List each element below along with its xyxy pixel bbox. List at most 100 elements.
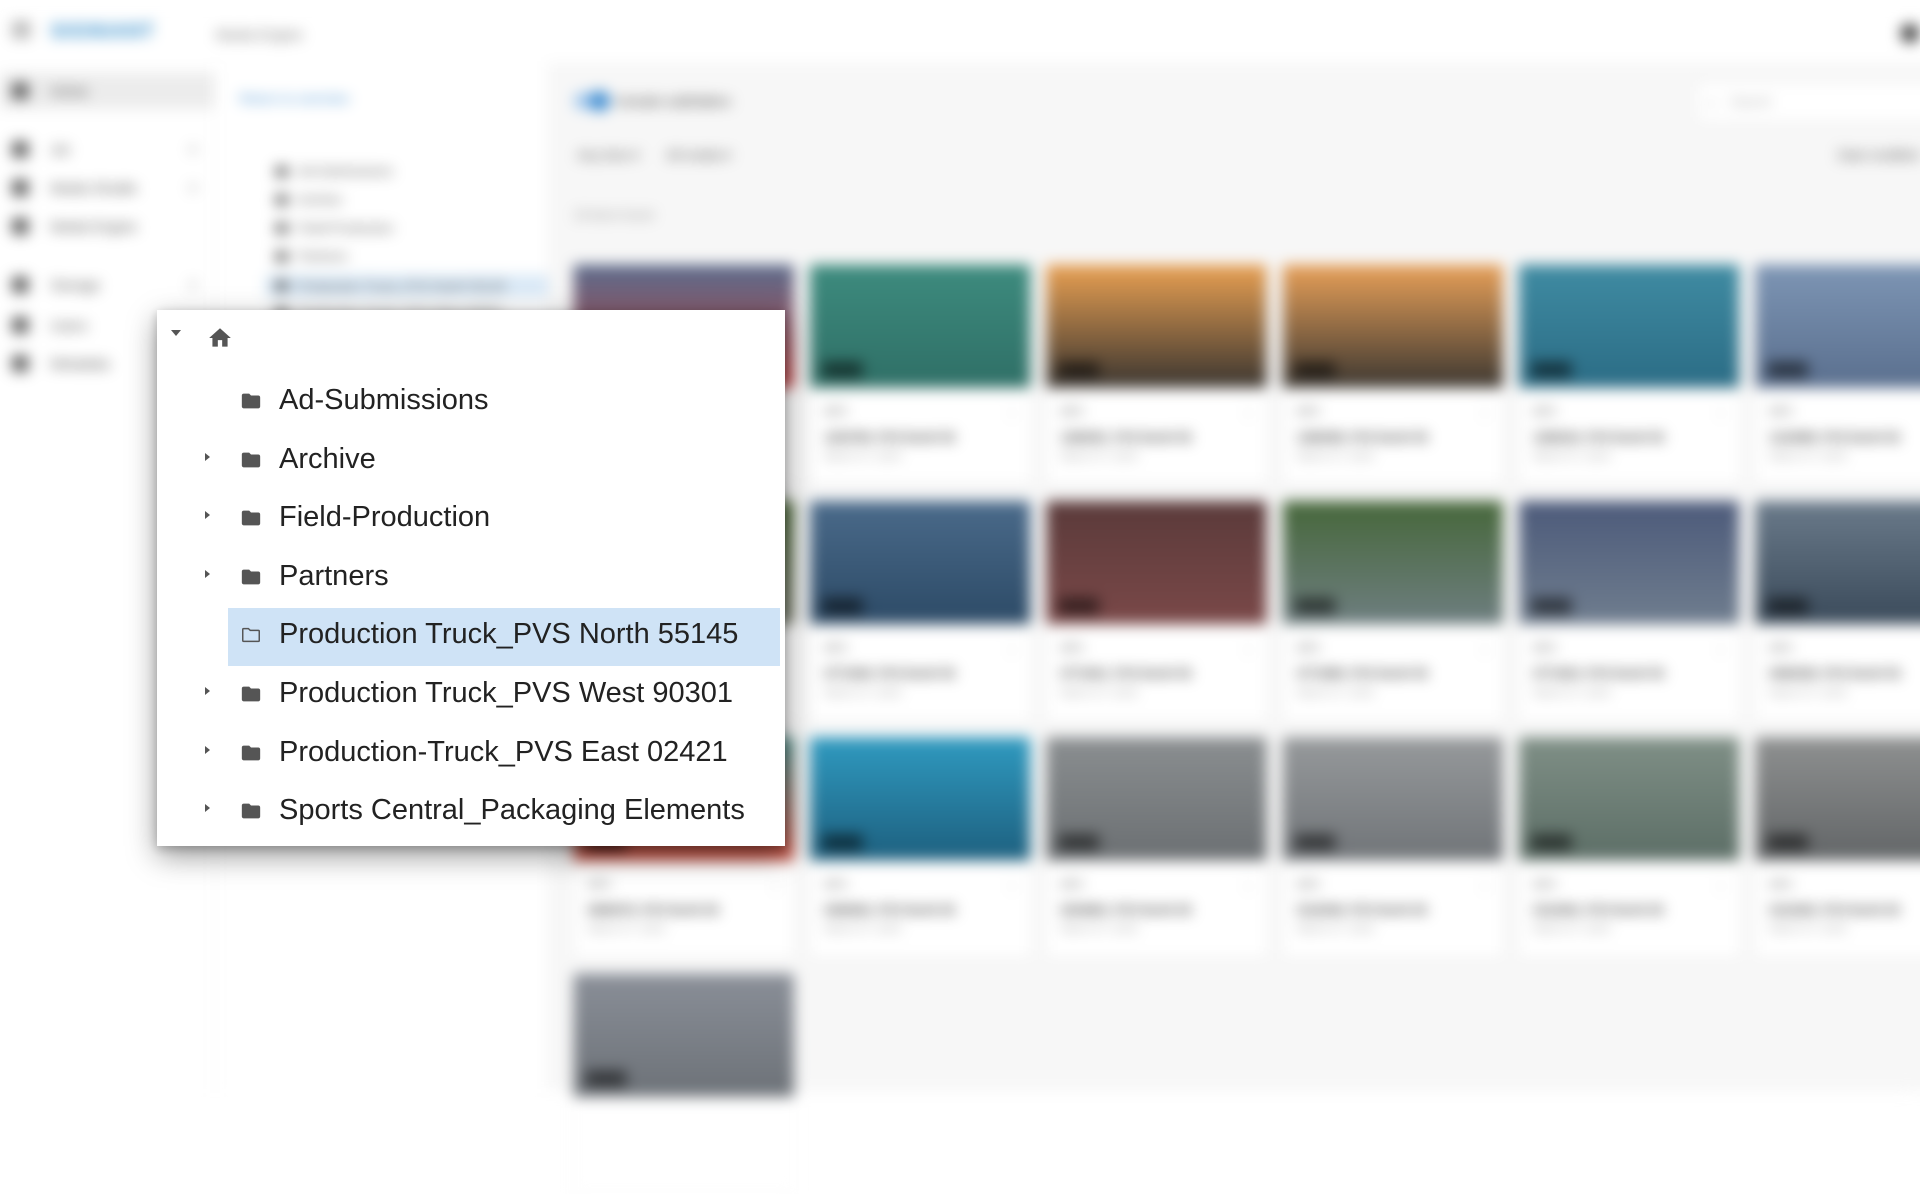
time-filter-label: Any time (577, 147, 629, 163)
media-filter-dropdown[interactable]: All media ▾ (667, 147, 731, 163)
sidebar-item-storage[interactable]: Storage ▾ (0, 267, 214, 303)
sort-dropdown[interactable]: Date modified (1838, 147, 1919, 162)
media-card[interactable]: MP4 ⋮ 0771949_PVS North 55 March 27, 2024 (810, 500, 1031, 722)
app-title: Media Engine (216, 26, 303, 43)
folder-row[interactable]: Field-Production (157, 487, 785, 543)
more-options-icon[interactable]: ⋮ (1715, 642, 1727, 656)
folder-row[interactable]: Production-Truck_PVS East 02421 (157, 722, 785, 778)
expand-caret-icon[interactable] (205, 745, 210, 754)
sidebar-item-media-shuttle[interactable]: Media Shuttle ▾ (0, 170, 214, 206)
brand-logo[interactable]: SIGNIANT (51, 20, 156, 43)
media-thumbnail[interactable] (1519, 500, 1740, 625)
home-nav-icon (12, 82, 29, 99)
include-subfolders-toggle[interactable] (573, 90, 611, 112)
media-card-date: March 27, 2024 (1533, 686, 1611, 699)
folder-icon (275, 250, 288, 262)
more-options-icon[interactable]: ⋮ (1242, 642, 1254, 656)
expand-caret-icon[interactable] (205, 569, 210, 578)
tree-item[interactable]: Ad-Submissions (275, 163, 393, 179)
sidebar-item-label: Jet (50, 141, 70, 158)
folder-label: Field-Production (279, 501, 491, 534)
media-card[interactable]: MP4 ⋮ 1280298_PVS North 55 March 27, 2024 (1282, 264, 1503, 485)
media-card[interactable]: MP4 ⋮ 0110048_PVS North 55 March 27, 2024 (1282, 737, 1503, 958)
tree-root-row[interactable] (157, 310, 785, 368)
media-thumbnail[interactable] (1046, 264, 1267, 388)
more-options-icon[interactable]: ⋮ (1242, 879, 1254, 893)
media-thumbnail[interactable] (1519, 737, 1740, 861)
media-thumbnail[interactable] (1755, 500, 1920, 625)
expand-caret-icon[interactable] (205, 452, 210, 461)
more-options-icon[interactable]: ⋮ (1715, 879, 1727, 893)
media-card-name: 0690078_PVS North 55 (587, 902, 719, 918)
caret-down-icon[interactable] (171, 330, 181, 336)
media-card[interactable]: MP4 ⋮ 1280224_PVS North 55 March 27, 2024 (1519, 264, 1740, 485)
folder-row[interactable]: Ad-Submissions (157, 370, 785, 426)
media-card[interactable]: MP4 ⋮ 0204802_PVS North 55 March 27, 2024 (1046, 737, 1267, 958)
more-options-icon[interactable]: ⋮ (1479, 642, 1491, 656)
media-thumbnail[interactable] (810, 500, 1031, 625)
media-card[interactable]: MP4 ⋮ 0771898_PVS North 55 March 27, 2024 (1282, 500, 1503, 722)
tree-item-label: Archive (297, 191, 342, 208)
duration-badge (1531, 834, 1572, 851)
more-options-icon[interactable]: ⋮ (1006, 406, 1018, 420)
search-icon: ⌕ (1707, 93, 1716, 111)
more-options-icon[interactable]: ⋮ (1006, 879, 1018, 893)
sidebar-item-home[interactable]: Home (0, 72, 215, 110)
folder-row-selected[interactable]: Production Truck_PVS North 55145 (157, 604, 785, 667)
media-thumbnail[interactable] (1519, 264, 1740, 388)
more-options-icon[interactable]: ⋮ (1242, 406, 1254, 420)
more-options-icon[interactable]: ⋮ (1479, 879, 1491, 893)
media-card[interactable]: MP4 ⋮ 1280291_PVS North 55 March 27, 2024 (1046, 264, 1267, 485)
media-card[interactable]: MP4⋮1124098_PVS North 55March 27, 2024 (1755, 264, 1920, 485)
media-thumbnail[interactable] (1046, 500, 1267, 625)
media-thumbnail[interactable] (1046, 737, 1267, 861)
media-thumbnail[interactable] (1282, 737, 1503, 861)
home-icon[interactable] (207, 325, 233, 351)
folder-row[interactable]: Archive (157, 429, 785, 485)
media-card[interactable]: MP4 ⋮ 0771941_PVS North 55 March 27, 2024 (1046, 500, 1267, 722)
media-card[interactable]: MP4⋮0690258_PVS North 55March 27, 2024 (1755, 500, 1920, 722)
media-thumbnail[interactable] (1282, 264, 1503, 388)
media-thumbnail[interactable] (1755, 737, 1920, 861)
folder-row[interactable]: Sports Central_Packaging Elements (157, 780, 785, 836)
return-to-overview-link[interactable]: Return to overview (239, 91, 348, 106)
more-options-icon[interactable]: ⋮ (1479, 406, 1491, 420)
media-card[interactable]: MP4 ⋮ 0771923_PVS North 55 March 27, 2024 (1519, 500, 1740, 722)
folder-row[interactable]: Production Truck_PVS West 90301 (157, 663, 785, 719)
expand-caret-icon[interactable] (205, 804, 210, 813)
tree-item-selected[interactable]: Production Truck_PVS North 55145 (265, 274, 549, 297)
more-options-icon[interactable]: ⋮ (1006, 642, 1018, 656)
time-filter-dropdown[interactable]: Any time ▾ (578, 147, 639, 163)
media-card-date: March 27, 2024 (1060, 450, 1138, 463)
sidebar-item-media-engine[interactable]: Media Engine (0, 208, 214, 244)
media-card[interactable]: MP4⋮0108822_PVS North 55March 27, 2024 (573, 973, 794, 1194)
expand-caret-icon[interactable] (205, 511, 210, 520)
folder-row[interactable]: Partners (157, 546, 785, 602)
more-options-icon[interactable]: ⋮ (770, 879, 782, 893)
media-card[interactable]: MP4 ⋮ 0110402_PVS North 55 March 27, 2024 (1519, 737, 1740, 958)
media-type-label: MP4 (1296, 406, 1320, 419)
search-input[interactable]: ⌕ Search (1694, 80, 1920, 124)
duration-badge (1058, 361, 1099, 378)
sidebar-item-jet[interactable]: Jet ▾ (0, 131, 214, 167)
more-options-icon[interactable]: ⋮ (1715, 406, 1727, 420)
tree-item[interactable]: Field-Production (275, 220, 394, 235)
media-card[interactable]: MP4⋮0110425_PVS North 55March 27, 2024 (1755, 737, 1920, 958)
menu-icon[interactable] (12, 22, 31, 38)
folder-label: Production Truck_PVS North 55145 (279, 618, 739, 651)
tree-item-label: Ad-Submissions (297, 163, 393, 179)
user-avatar-icon[interactable] (1900, 24, 1919, 43)
media-thumbnail[interactable] (1282, 500, 1503, 625)
media-thumbnail[interactable] (573, 973, 794, 1097)
media-thumbnail[interactable] (810, 264, 1031, 388)
duration-badge (1767, 361, 1808, 378)
tree-item[interactable]: Partners (275, 248, 348, 264)
media-thumbnail[interactable] (1755, 264, 1920, 388)
duration-badge (822, 361, 863, 378)
media-card[interactable]: MP4 ⋮ 0460842_PVS North 55 March 27, 2024 (810, 737, 1031, 958)
duration-badge (1767, 834, 1808, 851)
expand-caret-icon[interactable] (205, 687, 210, 695)
media-thumbnail[interactable] (810, 737, 1031, 861)
media-card[interactable]: MP4 ⋮ 1203769_PVS North 55 March 27, 2024 (810, 264, 1031, 485)
tree-item[interactable]: Archive (275, 191, 342, 208)
